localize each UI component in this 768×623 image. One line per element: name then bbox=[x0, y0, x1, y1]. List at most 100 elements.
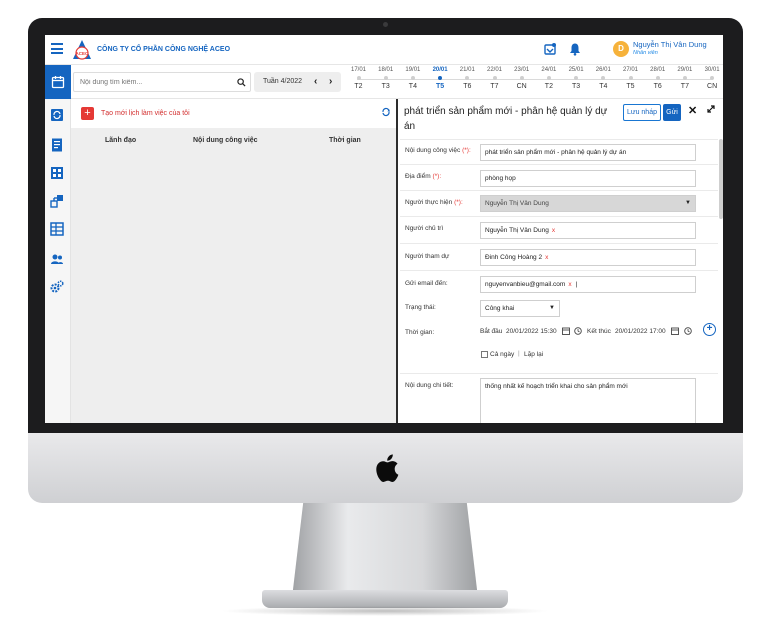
calendar-icon[interactable] bbox=[671, 327, 679, 335]
clock-icon[interactable] bbox=[684, 327, 692, 335]
add-time-icon[interactable]: + bbox=[703, 323, 716, 336]
day-0[interactable]: 17/01 T2 bbox=[345, 67, 372, 90]
stand-shadow bbox=[220, 606, 550, 616]
day-dot bbox=[519, 76, 524, 80]
sidebar-item-document[interactable] bbox=[49, 137, 65, 153]
day-date: 21/01 bbox=[459, 67, 475, 73]
task-row: Nội dung công việc (*): phát triển sản p… bbox=[400, 139, 718, 164]
day-2[interactable]: 19/01 T4 bbox=[399, 67, 426, 90]
expand-icon[interactable] bbox=[706, 104, 716, 114]
day-6[interactable]: 23/01 CN bbox=[508, 67, 535, 90]
day-weekday: T6 bbox=[653, 83, 662, 90]
day-date: 28/01 bbox=[650, 67, 666, 73]
column-header[interactable]: Nội dung công việc bbox=[193, 137, 258, 144]
form-scrollbar[interactable] bbox=[719, 139, 723, 219]
avatar[interactable]: D bbox=[613, 41, 629, 57]
chair-field[interactable]: Nguyễn Thị Vân Dung x bbox=[480, 222, 696, 239]
company-name: CÔNG TY CỔ PHẦN CÔNG NGHỆ ACEO bbox=[97, 46, 231, 53]
bell-icon[interactable] bbox=[568, 42, 582, 56]
save-draft-button[interactable]: Lưu nháp bbox=[623, 104, 661, 121]
detail-row: Nội dung chi tiết: thống nhất kế hoạch t… bbox=[400, 373, 718, 423]
next-week-icon[interactable]: › bbox=[329, 76, 332, 87]
location-field[interactable]: phòng họp bbox=[480, 170, 696, 187]
participants-field[interactable]: Đinh Công Hoàng 2x bbox=[480, 249, 696, 266]
day-13[interactable]: 30/01 CN bbox=[699, 67, 723, 90]
day-strip: 17/01 T2 18/01 T3 19/01 T4 20/01 T5 21/01 T6 22/01… bbox=[345, 67, 723, 97]
task-label: Nội dung công việc (*): bbox=[405, 147, 471, 154]
day-weekday: CN bbox=[516, 83, 527, 90]
sidebar-item-users[interactable] bbox=[49, 251, 65, 267]
day-weekday: T5 bbox=[626, 83, 635, 90]
schedule-form: Nội dung công việc (*): phát triển sản p… bbox=[400, 139, 718, 423]
inbox-icon[interactable] bbox=[543, 42, 557, 56]
required-mark: (*): bbox=[462, 147, 471, 154]
sidebar-item-workflow[interactable] bbox=[49, 193, 65, 209]
logo-text: ACEO bbox=[75, 51, 89, 56]
participants-row: Người tham dự Đinh Công Hoàng 2x bbox=[400, 243, 718, 270]
day-5[interactable]: 22/01 T7 bbox=[481, 67, 508, 90]
all-day-checkbox[interactable] bbox=[481, 351, 488, 358]
imac-mockup: ACEO CÔNG TY CỔ PHẦN CÔNG NGHỆ ACEO D Ng… bbox=[0, 0, 768, 623]
sidebar-item-grid[interactable] bbox=[49, 165, 65, 181]
prev-week-icon[interactable]: ‹ bbox=[314, 76, 317, 87]
email-field[interactable]: nguyenvanbieu@gmail.com x | bbox=[480, 276, 696, 293]
calendar-icon[interactable] bbox=[562, 327, 570, 335]
sidebar-item-calendar[interactable] bbox=[45, 65, 71, 99]
day-4[interactable]: 21/01 T6 bbox=[454, 67, 481, 90]
day-date: 27/01 bbox=[622, 67, 638, 73]
close-icon[interactable]: ✕ bbox=[688, 104, 697, 117]
column-header[interactable]: Thời gian bbox=[329, 137, 361, 144]
day-weekday: T4 bbox=[599, 83, 608, 90]
day-7[interactable]: 24/01 T2 bbox=[535, 67, 562, 90]
top-bar: ACEO CÔNG TY CỔ PHẦN CÔNG NGHỆ ACEO D Ng… bbox=[45, 35, 723, 65]
text-cursor: | bbox=[575, 281, 578, 288]
status-select[interactable]: Công khai ▼ bbox=[480, 300, 560, 317]
day-date: 24/01 bbox=[541, 67, 557, 73]
repeat-link[interactable]: Lặp lại bbox=[524, 351, 543, 358]
table-header: Lãnh đạo Nội dung công việc Thời gian bbox=[71, 128, 396, 154]
sidebar-item-settings[interactable] bbox=[49, 279, 65, 295]
end-datetime[interactable]: 20/01/2022 17:00 bbox=[615, 328, 666, 335]
day-weekday: T4 bbox=[408, 83, 417, 90]
day-9[interactable]: 26/01 T4 bbox=[590, 67, 617, 90]
email-tag: nguyenvanbieu@gmail.com bbox=[485, 281, 566, 288]
column-header[interactable]: Lãnh đạo bbox=[105, 137, 136, 144]
create-schedule-label: Tạo mới lịch làm việc của tôi bbox=[101, 110, 190, 117]
menu-icon[interactable] bbox=[51, 43, 63, 54]
day-weekday: T6 bbox=[463, 83, 472, 90]
user-name[interactable]: Nguyễn Thị Vân Dung bbox=[633, 40, 707, 49]
clock-icon[interactable] bbox=[574, 327, 582, 335]
participant-tag: Đinh Công Hoàng 2 bbox=[485, 254, 543, 261]
search-icon[interactable] bbox=[237, 78, 246, 87]
task-field[interactable]: phát triển sản phẩm mới - phân hệ quản l… bbox=[480, 144, 696, 161]
day-10[interactable]: 27/01 T5 bbox=[617, 67, 644, 90]
send-button[interactable]: Gửi bbox=[663, 104, 681, 121]
refresh-icon[interactable] bbox=[381, 107, 391, 117]
start-datetime[interactable]: 20/01/2022 15:30 bbox=[506, 328, 557, 335]
app-screen: ACEO CÔNG TY CỔ PHẦN CÔNG NGHỆ ACEO D Ng… bbox=[45, 35, 723, 423]
day-date: 26/01 bbox=[595, 67, 611, 73]
day-dot bbox=[601, 76, 606, 80]
email-label: Gửi email đến: bbox=[405, 280, 448, 287]
day-8[interactable]: 25/01 T3 bbox=[563, 67, 590, 90]
day-3[interactable]: 20/01 T5 bbox=[427, 67, 454, 90]
monitor-stand-neck bbox=[292, 503, 478, 598]
assignee-label-text: Người thực hiện bbox=[405, 199, 453, 206]
remove-tag-icon[interactable]: x bbox=[545, 254, 548, 261]
day-12[interactable]: 29/01 T7 bbox=[671, 67, 698, 90]
remove-tag-icon[interactable]: x bbox=[552, 227, 555, 234]
day-dot bbox=[492, 76, 497, 80]
sidebar-item-table[interactable] bbox=[49, 221, 65, 237]
search-input[interactable] bbox=[73, 72, 251, 92]
remove-tag-icon[interactable]: x bbox=[568, 281, 571, 288]
assignee-select[interactable]: Nguyễn Thị Vân Dung ▼ bbox=[480, 195, 696, 212]
chair-row: Người chủ trì Nguyễn Thị Vân Dung x bbox=[400, 216, 718, 243]
day-11[interactable]: 28/01 T6 bbox=[644, 67, 671, 90]
day-1[interactable]: 18/01 T3 bbox=[372, 67, 399, 90]
sidebar-item-sync[interactable] bbox=[49, 107, 65, 123]
day-dot bbox=[546, 76, 551, 80]
day-dot bbox=[438, 76, 443, 80]
day-weekday: T7 bbox=[680, 83, 689, 90]
schedule-detail-panel: phát triển sản phẩm mới - phân hệ quản l… bbox=[400, 99, 723, 423]
detail-textarea[interactable]: thống nhất kế hoạch triển khai cho sản p… bbox=[480, 378, 696, 423]
